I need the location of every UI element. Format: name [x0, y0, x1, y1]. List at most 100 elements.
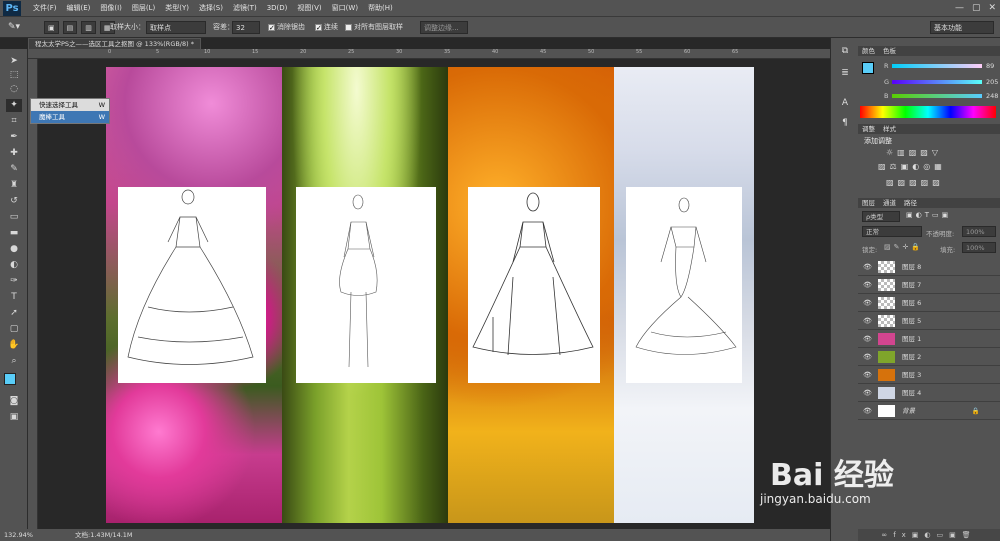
- menu-filter[interactable]: 滤镜(T): [228, 0, 262, 17]
- menu-layer[interactable]: 图层(L): [127, 0, 160, 17]
- document-canvas[interactable]: [106, 67, 754, 523]
- menu-view[interactable]: 视图(V): [292, 0, 326, 17]
- marquee-tool-icon[interactable]: ⬚: [6, 69, 22, 82]
- menu-3d[interactable]: 3D(D): [262, 0, 293, 17]
- lasso-tool-icon[interactable]: ◌: [6, 83, 22, 96]
- eye-icon[interactable]: 👁: [863, 258, 872, 276]
- document-tab[interactable]: 程太太学PS之——选区工具之抠图 @ 133%(RGB/8) *: [28, 38, 201, 49]
- menu-file[interactable]: 文件(F): [28, 0, 62, 17]
- minimize-button[interactable]: —: [955, 3, 964, 13]
- subtract-selection-icon[interactable]: ▥: [81, 21, 96, 34]
- dodge-tool-icon[interactable]: ◐: [6, 259, 22, 272]
- antialias-checkbox[interactable]: 消除锯齿: [268, 21, 305, 35]
- brush-tool-icon[interactable]: ✎: [6, 163, 22, 176]
- tolerance-input[interactable]: 32: [232, 21, 260, 34]
- layer-filter-icons[interactable]: ▣◐T▭▣: [906, 211, 951, 219]
- layer-row[interactable]: 👁 图层 6: [858, 294, 1000, 312]
- menu-edit[interactable]: 编辑(E): [62, 0, 96, 17]
- type-tool-icon[interactable]: T: [6, 291, 22, 304]
- contiguous-checkbox[interactable]: 连续: [315, 21, 338, 35]
- menu-type[interactable]: 类型(Y): [160, 0, 194, 17]
- adjustment-icons-row3[interactable]: ▨▨▨▨▨: [886, 178, 944, 187]
- b-slider[interactable]: [892, 94, 982, 98]
- zoom-level[interactable]: 132.94%: [4, 531, 33, 539]
- pen-tool-icon[interactable]: ✑: [6, 275, 22, 288]
- eye-icon[interactable]: 👁: [863, 384, 872, 402]
- eye-icon[interactable]: 👁: [863, 276, 872, 294]
- menu-select[interactable]: 选择(S): [194, 0, 228, 17]
- move-tool-icon[interactable]: ➤: [6, 55, 22, 68]
- magic-wand-icon[interactable]: ✎▾: [8, 21, 20, 34]
- maximize-button[interactable]: ▢: [972, 3, 981, 13]
- eye-icon[interactable]: 👁: [863, 402, 872, 420]
- layer-row[interactable]: 👁 图层 2: [858, 348, 1000, 366]
- opacity-input[interactable]: 100%: [962, 226, 996, 237]
- gradient-tool-icon[interactable]: ▬: [6, 227, 22, 240]
- quick-selection-tool-item[interactable]: 快速选择工具 W: [31, 99, 109, 111]
- properties-icon[interactable]: ≣: [838, 68, 852, 79]
- crop-tool-icon[interactable]: ⌗: [6, 115, 22, 128]
- adjustment-icons-row1[interactable]: ☼▥▨▨▽: [886, 148, 942, 157]
- tab-color[interactable]: 颜色: [862, 47, 875, 55]
- tab-styles[interactable]: 样式: [883, 125, 896, 133]
- layer-row[interactable]: 👁 图层 1: [858, 330, 1000, 348]
- eye-icon[interactable]: 👁: [863, 312, 872, 330]
- sample-size-select[interactable]: 取样点: [146, 21, 206, 34]
- refine-edge-button[interactable]: 调整边缘...: [420, 21, 468, 34]
- screen-mode-icon[interactable]: ▣: [6, 411, 22, 424]
- close-button[interactable]: ✕: [988, 3, 996, 13]
- b-value[interactable]: 248: [986, 92, 998, 100]
- tab-channels[interactable]: 通道: [883, 199, 896, 207]
- eye-icon[interactable]: 👁: [863, 294, 872, 312]
- g-slider[interactable]: [892, 80, 982, 84]
- history-icon[interactable]: ⧉: [838, 46, 852, 57]
- layer-row[interactable]: 👁 图层 5: [858, 312, 1000, 330]
- eye-icon[interactable]: 👁: [863, 366, 872, 384]
- all-layers-checkbox[interactable]: 对所有图层取样: [345, 21, 403, 34]
- lock-icons[interactable]: ▨✎✛🔒: [884, 243, 923, 251]
- shape-tool-icon[interactable]: ▢: [6, 323, 22, 336]
- paragraph-icon[interactable]: ¶: [838, 118, 852, 129]
- eyedropper-tool-icon[interactable]: ✒: [6, 131, 22, 144]
- r-value[interactable]: 89: [986, 62, 998, 70]
- history-brush-tool-icon[interactable]: ↺: [6, 195, 22, 208]
- r-slider[interactable]: [892, 64, 982, 68]
- tab-layers[interactable]: 图层: [862, 199, 875, 207]
- blend-mode-select[interactable]: 正常: [862, 226, 922, 237]
- blur-tool-icon[interactable]: ●: [6, 243, 22, 256]
- magic-wand-tool-item[interactable]: 魔棒工具 W: [31, 111, 109, 123]
- g-value[interactable]: 205: [986, 78, 998, 86]
- color-spectrum[interactable]: [860, 106, 996, 118]
- layers-footer-icons[interactable]: ∞fx▣◐▭▣🗑: [858, 529, 1000, 541]
- panel-foreground-swatch[interactable]: [862, 62, 874, 74]
- fill-input[interactable]: 100%: [962, 242, 996, 253]
- eye-icon[interactable]: 👁: [863, 348, 872, 366]
- quick-mask-icon[interactable]: ◙: [6, 395, 22, 408]
- layer-kind-filter[interactable]: ρ类型: [862, 211, 900, 222]
- adjustment-icons-row2[interactable]: ▨⚖▣◐◎▦: [878, 162, 946, 171]
- layer-row[interactable]: 👁 图层 7: [858, 276, 1000, 294]
- hand-tool-icon[interactable]: ✋: [6, 339, 22, 352]
- menu-help[interactable]: 帮助(H): [363, 0, 398, 17]
- layer-row[interactable]: 👁 背景 🔒: [858, 402, 1000, 420]
- workspace-select[interactable]: 基本功能: [930, 21, 994, 34]
- character-icon[interactable]: A: [838, 98, 852, 109]
- magic-wand-tool-icon[interactable]: ✦: [6, 99, 22, 112]
- layer-row[interactable]: 👁 图层 3: [858, 366, 1000, 384]
- layer-row[interactable]: 👁 图层 4: [858, 384, 1000, 402]
- eraser-tool-icon[interactable]: ▭: [6, 211, 22, 224]
- foreground-color-swatch[interactable]: [4, 373, 16, 385]
- stamp-tool-icon[interactable]: ♜: [6, 179, 22, 192]
- healing-tool-icon[interactable]: ✚: [6, 147, 22, 160]
- new-selection-icon[interactable]: ▣: [44, 21, 59, 34]
- path-select-tool-icon[interactable]: ➚: [6, 307, 22, 320]
- doc-info[interactable]: 文档:1.43M/14.1M: [75, 531, 133, 539]
- zoom-tool-icon[interactable]: ⌕: [6, 355, 22, 368]
- menu-image[interactable]: 图像(I): [95, 0, 127, 17]
- add-selection-icon[interactable]: ▤: [62, 21, 78, 34]
- eye-icon[interactable]: 👁: [863, 330, 872, 348]
- menu-window[interactable]: 窗口(W): [327, 0, 363, 17]
- tab-paths[interactable]: 路径: [904, 199, 917, 207]
- tab-adjustments[interactable]: 调整: [862, 125, 875, 133]
- layer-row[interactable]: 👁 图层 8: [858, 258, 1000, 276]
